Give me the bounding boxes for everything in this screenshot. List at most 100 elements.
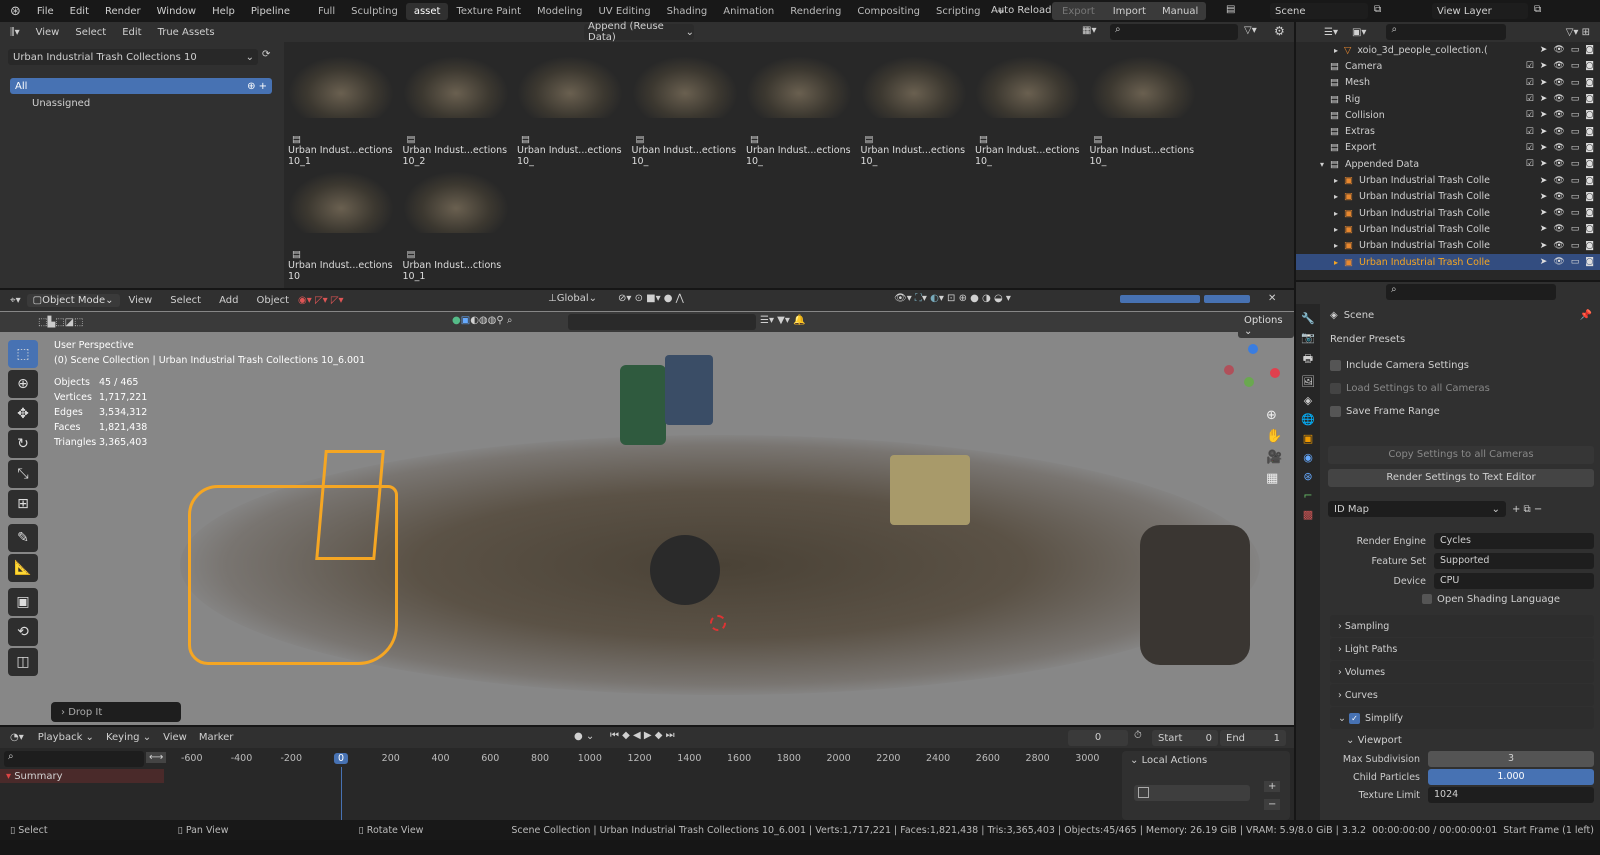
select-arrow-icon[interactable]: ➤	[1540, 257, 1548, 267]
exclude-checkbox[interactable]: ☑	[1526, 159, 1534, 169]
volumes-panel[interactable]: › Volumes	[1330, 661, 1594, 683]
outliner-item[interactable]: ▾ ▤ Appended Data ☑ ➤ 👁 ▭ ◙	[1296, 156, 1600, 172]
import-button[interactable]: Import	[1105, 6, 1154, 17]
z-axis-icon[interactable]	[1248, 344, 1258, 354]
render-to-text-button[interactable]: Render Settings to Text Editor	[1328, 469, 1594, 487]
object-tab-icon[interactable]: ▣	[1303, 432, 1313, 445]
eye-icon[interactable]: 👁	[1553, 94, 1564, 104]
eye-icon[interactable]: 👁	[1553, 224, 1564, 234]
outliner-item[interactable]: ▤ Camera ☑ ➤ 👁 ▭ ◙	[1296, 58, 1600, 74]
y-axis-icon[interactable]	[1244, 377, 1254, 387]
editor-type-icon[interactable]: ⌖▾	[0, 295, 27, 306]
monitor-icon[interactable]: ▭	[1571, 45, 1580, 55]
exclude-checkbox[interactable]: ☑	[1526, 127, 1534, 137]
menu-view[interactable]: View	[28, 27, 68, 38]
select-arrow-icon[interactable]: ➤	[1540, 127, 1548, 137]
new-scene-icon[interactable]: ⧉	[1374, 4, 1381, 15]
tab-asset[interactable]: asset	[405, 2, 449, 20]
curves-panel[interactable]: › Curves	[1330, 684, 1594, 706]
select-arrow-icon[interactable]: ➤	[1540, 143, 1548, 153]
camera-icon[interactable]: ◙	[1585, 159, 1594, 169]
outliner-item[interactable]: ▸ ▣ Urban Industrial Trash Colle ➤ 👁 ▭ ◙	[1296, 172, 1600, 188]
select-arrow-icon[interactable]: ➤	[1540, 208, 1548, 218]
current-frame-field[interactable]: 0	[1068, 730, 1128, 746]
viewport-search-input[interactable]	[568, 314, 756, 330]
shear-tool[interactable]: ◫	[8, 648, 38, 676]
menu-edit[interactable]: Edit	[114, 27, 149, 38]
camera-icon[interactable]: ◙	[1585, 208, 1594, 218]
menu-select[interactable]: Select	[161, 295, 210, 306]
asset-item[interactable]: ▤ Urban Indust...ections 10_	[975, 56, 1085, 167]
orientation-dropdown[interactable]: ⊥ Global ⌄	[548, 293, 597, 304]
asset-item[interactable]: ▤ Urban Indust...ections 10_2	[402, 56, 513, 167]
exclude-checkbox[interactable]: ☑	[1526, 94, 1534, 104]
sampling-panel[interactable]: › Sampling	[1330, 615, 1594, 637]
asset-item[interactable]: ▤ Urban Indust...ections 10_1	[288, 56, 398, 167]
data-tab-icon[interactable]: ⌐	[1303, 489, 1312, 502]
osl-checkbox[interactable]: Open Shading Language	[1324, 591, 1600, 607]
catalog-all[interactable]: All ⊕ +	[10, 78, 272, 94]
eye-icon[interactable]: 👁	[1553, 241, 1564, 251]
blender-logo-icon[interactable]: ⊛	[0, 4, 29, 19]
select-arrow-icon[interactable]: ➤	[1540, 78, 1548, 88]
select-arrow-icon[interactable]: ➤	[1540, 45, 1548, 55]
include-camera-checkbox[interactable]: Include Camera Settings	[1324, 354, 1600, 377]
outliner-item[interactable]: ▤ Collision ☑ ➤ 👁 ▭ ◙	[1296, 107, 1600, 123]
texture-tab-icon[interactable]: ▩	[1303, 508, 1313, 521]
eye-icon[interactable]: 👁	[1553, 159, 1564, 169]
menu-file[interactable]: File	[29, 6, 62, 17]
light-paths-panel[interactable]: › Light Paths	[1330, 638, 1594, 660]
close-icon[interactable]: ✕	[1268, 293, 1276, 304]
camera-icon[interactable]: ◙	[1585, 61, 1594, 71]
end-frame-field[interactable]: End 1	[1220, 730, 1286, 746]
editor-type-icon[interactable]: ◔▾	[0, 732, 32, 743]
eye-icon[interactable]: 👁	[1553, 143, 1564, 153]
save-frame-range-checkbox[interactable]: Save Frame Range	[1324, 400, 1600, 423]
menu-keying[interactable]: Keying ⌄	[100, 732, 157, 743]
outliner-item[interactable]: ▸ ▣ Urban Industrial Trash Colle ➤ 👁 ▭ ◙	[1296, 238, 1600, 254]
eye-icon[interactable]: 👁	[1553, 61, 1564, 71]
asset-item[interactable]: ▤ Urban Indust...ections 10_	[1089, 56, 1200, 167]
filter-icons[interactable]: ☰▾ ▼▾ 🔔	[760, 315, 806, 326]
export-button[interactable]: Export	[1052, 6, 1105, 17]
menu-edit[interactable]: Edit	[62, 6, 97, 17]
camera-view-icon[interactable]: 🎥	[1266, 450, 1282, 465]
menu-playback[interactable]: Playback ⌄	[32, 732, 100, 743]
monitor-icon[interactable]: ▭	[1571, 78, 1580, 88]
menu-window[interactable]: Window	[149, 6, 204, 17]
asset-item[interactable]: ▤ Urban Indust...ections 10	[288, 171, 398, 282]
eye-icon[interactable]: 👁	[1553, 127, 1564, 137]
constraints-tab-icon[interactable]: ⊛	[1303, 470, 1312, 483]
menu-add[interactable]: Add	[210, 295, 247, 306]
menu-render[interactable]: Render	[97, 6, 149, 17]
info-icon[interactable]: ▤	[1226, 4, 1235, 15]
import-method-dropdown[interactable]: Append (Reuse Data) ⌄	[584, 21, 694, 43]
playhead[interactable]	[341, 767, 342, 820]
pan-hand-icon[interactable]: ✋	[1266, 429, 1282, 444]
autokey-icon[interactable]: ● ⌄	[574, 731, 594, 742]
outliner-item[interactable]: ▸ ▣ Urban Industrial Trash Colle ➤ 👁 ▭ ◙	[1296, 189, 1600, 205]
editor-type-icon[interactable]: ⫼▾	[0, 27, 28, 38]
display-mode-icon[interactable]: ▦▾	[1082, 25, 1096, 36]
feature-set-dropdown[interactable]: Supported	[1434, 553, 1594, 569]
menu-help[interactable]: Help	[204, 6, 243, 17]
tab-animation[interactable]: Animation	[715, 3, 782, 20]
exclude-checkbox[interactable]: ☑	[1526, 78, 1534, 88]
asset-item[interactable]: ▤ Urban Indust...ections 10_	[860, 56, 971, 167]
output-tab-icon[interactable]: 🖶	[1303, 350, 1313, 369]
cursor-tool[interactable]: ⊕	[8, 370, 38, 398]
asset-item[interactable]: ▤ Urban Indust...ections 10_	[746, 56, 856, 167]
monitor-icon[interactable]: ▭	[1571, 192, 1580, 202]
monitor-icon[interactable]: ▭	[1571, 61, 1580, 71]
manual-button[interactable]: Manual	[1154, 6, 1206, 17]
select-arrow-icon[interactable]: ➤	[1540, 176, 1548, 186]
camera-icon[interactable]: ◙	[1585, 192, 1594, 202]
frame-ruler[interactable]: -600 -400 -200 0 200 400 600 800 1000 1200 1400 160…	[0, 753, 1120, 767]
monitor-icon[interactable]: ▭	[1571, 208, 1580, 218]
tab-sculpting[interactable]: Sculpting	[343, 3, 406, 20]
camera-icon[interactable]: ◙	[1585, 94, 1594, 104]
add-action-button[interactable]: +	[1264, 781, 1281, 792]
eye-icon[interactable]: 👁	[1553, 176, 1564, 186]
neg-x-axis-icon[interactable]	[1224, 365, 1234, 375]
pin-icon[interactable]: 📌	[1580, 310, 1600, 321]
